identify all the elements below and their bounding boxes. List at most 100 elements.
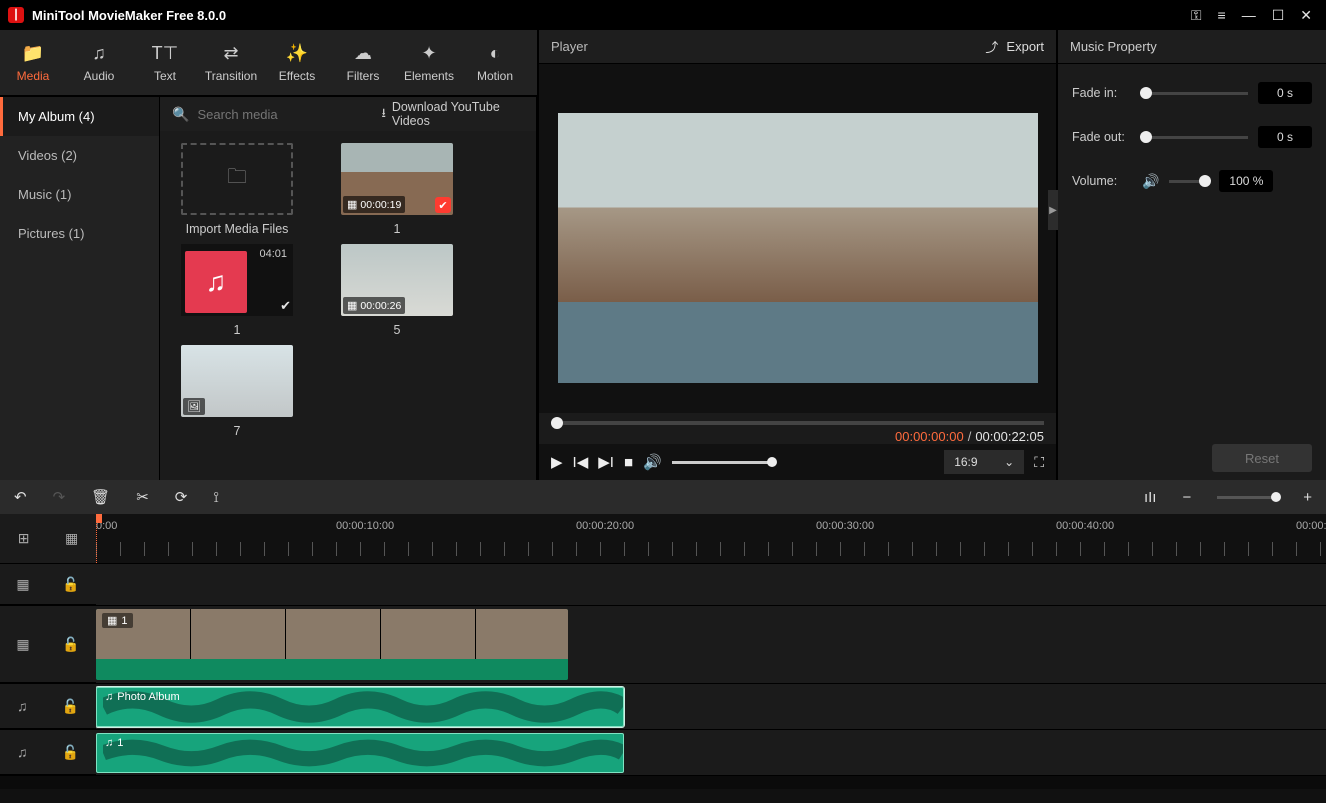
reset-button[interactable]: Reset <box>1212 444 1312 472</box>
tab-transition[interactable]: ⇄Transition <box>198 30 264 95</box>
media-item-label: 7 <box>234 424 241 438</box>
fade-out-slider[interactable] <box>1142 136 1248 139</box>
sidebar-item-music[interactable]: Music (1) <box>0 175 159 214</box>
timeline-audio-clip-2[interactable]: ♫1 <box>96 733 624 773</box>
properties-title: Music Property <box>1058 30 1326 64</box>
timeline-ruler[interactable]: 0:00 00:00:10:00 00:00:20:00 00:00:30:00… <box>96 514 1326 564</box>
aspect-select[interactable]: 16:9⌄ <box>944 450 1024 474</box>
delete-button[interactable]: 🗑 <box>91 488 110 506</box>
snap-button[interactable]: ıIı <box>1144 489 1157 506</box>
film-icon: ▦ <box>16 576 29 593</box>
playhead[interactable] <box>96 514 97 564</box>
export-button[interactable]: ⤴Export <box>985 37 1044 56</box>
download-icon: ⭳ <box>381 104 385 125</box>
app-title: MiniTool MovieMaker Free 8.0.0 <box>32 8 1191 23</box>
current-time: 00:00:00:00 <box>895 429 964 444</box>
app-logo-icon: ┃ <box>8 7 24 23</box>
folder-icon: 🗀 <box>227 162 247 196</box>
maximize-button[interactable]: ☐ <box>1272 7 1285 24</box>
speaker-icon[interactable]: 🔊 <box>1142 173 1159 190</box>
timeline-video-clip[interactable]: ▦1 <box>96 609 568 680</box>
close-button[interactable]: ✕ <box>1300 7 1312 24</box>
lock-icon[interactable]: 🔓 <box>62 636 79 653</box>
tab-motion[interactable]: ◐Motion <box>462 30 528 95</box>
media-item-label: 1 <box>394 222 401 236</box>
fade-out-value[interactable]: 0 s <box>1258 126 1312 148</box>
fade-in-value[interactable]: 0 s <box>1258 82 1312 104</box>
track-manager-button[interactable]: ▦ <box>65 530 78 547</box>
import-label: Import Media Files <box>186 222 289 236</box>
effects-icon: ✨ <box>286 43 308 64</box>
zoom-out-button[interactable]: − <box>1182 489 1191 506</box>
volume-label: Volume: <box>1072 174 1132 188</box>
titlebar: ┃ MiniTool MovieMaker Free 8.0.0 ⚿ ≡ — ☐… <box>0 0 1326 30</box>
video-icon: ▦ <box>347 299 357 312</box>
media-item-label: 5 <box>394 323 401 337</box>
total-time: 00:00:22:05 <box>975 429 1044 444</box>
hamburger-icon[interactable]: ≡ <box>1218 7 1226 23</box>
elements-icon: ✦ <box>421 43 436 64</box>
stop-button[interactable]: ■ <box>624 454 633 471</box>
transition-icon: ⇄ <box>223 43 238 64</box>
media-item-music-1[interactable]: ♫ 04:01 ✔ <box>181 244 293 316</box>
media-duration: 04:01 <box>259 248 287 260</box>
tab-filters[interactable]: ☁Filters <box>330 30 396 95</box>
music-note-icon: ♫ <box>17 744 28 760</box>
chevron-down-icon: ⌄ <box>1004 455 1014 469</box>
search-icon: 🔍 <box>172 106 189 123</box>
volume-icon[interactable]: 🔊 <box>643 453 662 471</box>
fade-out-label: Fade out: <box>1072 130 1132 144</box>
media-item-picture-7[interactable]: 🖼 <box>181 345 293 417</box>
sidebar-item-myalbum[interactable]: My Album (4) <box>0 97 159 136</box>
film-icon: ▦ <box>107 614 117 627</box>
import-media-button[interactable]: 🗀 <box>181 143 293 215</box>
undo-button[interactable]: ↶ <box>14 488 27 506</box>
key-icon[interactable]: ⚿ <box>1191 7 1202 24</box>
timeline-hscroll[interactable] <box>0 776 1326 789</box>
tab-effects[interactable]: ✨Effects <box>264 30 330 95</box>
minimize-button[interactable]: — <box>1242 7 1256 23</box>
check-icon: ✔ <box>280 298 291 314</box>
collapse-panel-button[interactable]: ▶ <box>1048 190 1058 230</box>
music-note-icon: ♫ <box>105 737 113 749</box>
prev-frame-button[interactable]: I◀ <box>573 453 589 471</box>
fullscreen-button[interactable]: ⛶ <box>1034 454 1044 471</box>
tab-text[interactable]: T⊤Text <box>132 30 198 95</box>
fade-in-slider[interactable] <box>1142 92 1248 95</box>
media-item-video-1[interactable]: ▦00:00:19 ✔ <box>341 143 453 215</box>
lock-icon[interactable]: 🔓 <box>62 576 79 593</box>
download-youtube-link[interactable]: ⭳Download YouTube Videos <box>381 100 524 128</box>
tab-media[interactable]: 📁Media <box>0 30 66 95</box>
filters-icon: ☁ <box>354 43 372 64</box>
video-preview[interactable] <box>558 113 1038 383</box>
lock-icon[interactable]: 🔓 <box>62 698 79 715</box>
music-icon: ♫ <box>185 251 247 313</box>
play-button[interactable]: ▶ <box>551 453 563 471</box>
search-input[interactable] <box>197 107 373 122</box>
motion-icon: ◐ <box>490 43 501 64</box>
crop-button[interactable]: ⟟ <box>213 489 219 506</box>
speed-button[interactable]: ⟳ <box>175 488 188 506</box>
music-note-icon: ♫ <box>92 43 106 64</box>
zoom-slider[interactable] <box>1217 496 1277 499</box>
add-track-button[interactable]: ⊞ <box>18 530 30 547</box>
tab-audio[interactable]: ♫Audio <box>66 30 132 95</box>
main-toolbar: 📁Media ♫Audio T⊤Text ⇄Transition ✨Effect… <box>0 30 537 97</box>
zoom-in-button[interactable]: + <box>1303 489 1312 506</box>
sidebar-item-pictures[interactable]: Pictures (1) <box>0 214 159 253</box>
split-button[interactable]: ✂ <box>136 488 149 506</box>
volume-slider[interactable] <box>672 461 772 464</box>
lock-icon[interactable]: 🔓 <box>62 744 79 761</box>
sidebar-item-videos[interactable]: Videos (2) <box>0 136 159 175</box>
timeline-audio-clip-1[interactable]: ♫Photo Album <box>96 687 624 727</box>
redo-button[interactable]: ↷ <box>53 488 66 506</box>
media-item-video-5[interactable]: ▦00:00:26 <box>341 244 453 316</box>
tab-elements[interactable]: ✦Elements <box>396 30 462 95</box>
text-icon: T⊤ <box>152 43 179 64</box>
image-icon: 🖼 <box>183 398 205 415</box>
volume-slider-prop[interactable] <box>1169 180 1209 183</box>
timeline: ↶ ↷ 🗑 ✂ ⟳ ⟟ ıIı − + ⊞ ▦ 0:00 00:00:10:00… <box>0 480 1326 789</box>
volume-value[interactable]: 100 % <box>1219 170 1273 192</box>
properties-panel: ▶ Music Property Fade in: 0 s Fade out: … <box>1058 30 1326 480</box>
next-frame-button[interactable]: ▶I <box>598 453 614 471</box>
